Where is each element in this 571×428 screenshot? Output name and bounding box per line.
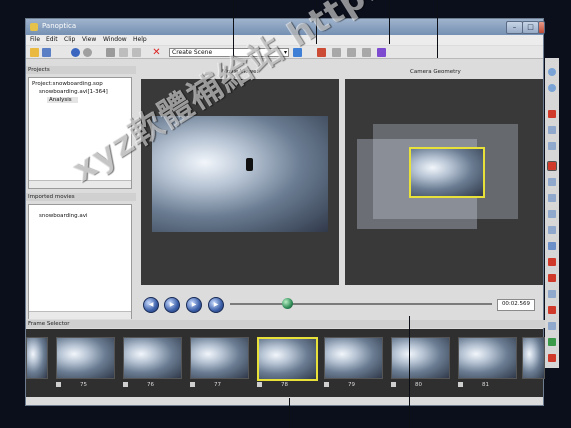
camera-geometry-viewer <box>345 79 543 285</box>
app-icon <box>30 23 38 31</box>
imported-list: snowboarding.avi <box>28 204 132 319</box>
frame-thumb-76[interactable] <box>123 337 182 379</box>
callout-line <box>409 316 410 428</box>
menu-edit[interactable]: Edit <box>46 36 58 43</box>
tool-icon-5[interactable] <box>377 48 386 57</box>
frame-thumb-80[interactable] <box>391 337 450 379</box>
frame-icon <box>391 382 396 387</box>
open-icon[interactable] <box>30 48 39 57</box>
frame-strip: 75 76 77 78 79 80 81 <box>26 329 545 397</box>
play-icon[interactable]: ▶ <box>164 297 180 313</box>
menu-file[interactable]: File <box>30 36 40 43</box>
camera-geometry-label: Camera Geometry <box>410 69 461 75</box>
frame-number: 81 <box>482 382 489 388</box>
callout-line <box>437 0 438 58</box>
menu-help[interactable]: Help <box>133 36 147 43</box>
tool-m-icon[interactable] <box>548 338 556 346</box>
frame-thumb-partial[interactable] <box>26 337 48 379</box>
step-forward-icon[interactable]: ▶ <box>186 297 202 313</box>
frame-icon <box>257 382 262 387</box>
tree-item-clip[interactable]: snowboarding.avi[1-364] <box>39 89 108 95</box>
tool-l-icon[interactable] <box>548 322 556 330</box>
tree-item-project[interactable]: Project:snowboarding.sop <box>32 81 103 87</box>
tool-g-icon[interactable] <box>548 242 556 250</box>
paste-icon[interactable] <box>132 48 141 57</box>
projects-header: Projects <box>26 66 136 74</box>
scene-select-value: Create Scene <box>172 49 213 56</box>
minimize-button[interactable]: – <box>506 21 523 34</box>
timeline-track[interactable] <box>230 303 492 305</box>
frame-number: 79 <box>348 382 355 388</box>
frame-icon <box>324 382 329 387</box>
window-title: Panoptica <box>42 22 77 30</box>
frame-icon <box>123 382 128 387</box>
menu-window[interactable]: Window <box>103 36 127 43</box>
tool-n-icon[interactable] <box>548 354 556 362</box>
camera-tool-icon[interactable] <box>317 48 326 57</box>
frame-number: 75 <box>80 382 87 388</box>
frame-icon <box>190 382 195 387</box>
frame-thumb-77[interactable] <box>190 337 249 379</box>
tool-b-icon[interactable] <box>548 142 556 150</box>
delete-icon[interactable]: ✕ <box>152 48 161 58</box>
tool-icon-4[interactable] <box>362 48 371 57</box>
app-window: Panoptica – □ File Edit Clip View Window… <box>25 18 545 406</box>
tool-icon-3[interactable] <box>347 48 356 57</box>
tool-f-icon[interactable] <box>548 226 556 234</box>
current-frame-box[interactable] <box>409 147 485 198</box>
projects-header-label: Projects <box>28 67 50 73</box>
frame-icon <box>458 382 463 387</box>
frame-number: 78 <box>281 382 288 388</box>
callout-line <box>389 0 390 44</box>
tool-j-icon[interactable] <box>548 290 556 298</box>
tool-i-icon[interactable] <box>548 274 556 282</box>
timeline-knob[interactable] <box>282 298 293 309</box>
timecode-field[interactable]: 00:02.569 <box>497 299 535 311</box>
tool-h-icon[interactable] <box>548 258 556 266</box>
redo-icon[interactable] <box>83 48 92 57</box>
select-tool-icon[interactable] <box>548 110 556 118</box>
snowboarder <box>246 158 253 171</box>
zoom-out-icon[interactable] <box>548 84 556 92</box>
save-icon[interactable] <box>42 48 51 57</box>
pointer-tool-icon[interactable] <box>547 161 557 171</box>
undo-icon[interactable] <box>71 48 80 57</box>
tool-a-icon[interactable] <box>548 126 556 134</box>
tool-icon-2[interactable] <box>332 48 341 57</box>
side-toolbar <box>545 58 559 368</box>
tool-c-icon[interactable] <box>548 178 556 186</box>
menu-view[interactable]: View <box>82 36 96 43</box>
menu-clip[interactable]: Clip <box>64 36 75 43</box>
close-button[interactable] <box>538 21 545 34</box>
zoom-in-icon[interactable] <box>548 68 556 76</box>
frame-number: 80 <box>415 382 422 388</box>
frame-selector-header: Frame Selector <box>26 320 545 328</box>
frame-thumb-79[interactable] <box>324 337 383 379</box>
maximize-button[interactable]: □ <box>522 21 539 34</box>
frame-thumb-partial-right[interactable] <box>522 337 545 379</box>
frame-thumb-81[interactable] <box>458 337 517 379</box>
tool-e-icon[interactable] <box>548 210 556 218</box>
copy-icon[interactable] <box>119 48 128 57</box>
tree-item-analysis[interactable]: Analysis <box>47 97 78 103</box>
tool-d-icon[interactable] <box>548 194 556 202</box>
frame-number: 77 <box>214 382 221 388</box>
frame-number: 76 <box>147 382 154 388</box>
step-back-icon[interactable]: ◀ <box>143 297 159 313</box>
skip-end-icon[interactable]: ▶ <box>208 297 224 313</box>
imported-item[interactable]: snowboarding.avi <box>39 213 88 219</box>
frame-thumb-75[interactable] <box>56 337 115 379</box>
frame-thumb-78[interactable] <box>257 337 318 381</box>
frame-selector-label: Frame Selector <box>28 321 70 327</box>
imported-header-label: Imported movies <box>28 194 75 200</box>
frame-icon <box>56 382 61 387</box>
cut-icon[interactable] <box>106 48 115 57</box>
imported-scrollbar[interactable] <box>29 311 131 319</box>
tool-k-icon[interactable] <box>548 306 556 314</box>
imported-header: Imported movies <box>26 193 136 201</box>
callout-line <box>289 398 290 428</box>
